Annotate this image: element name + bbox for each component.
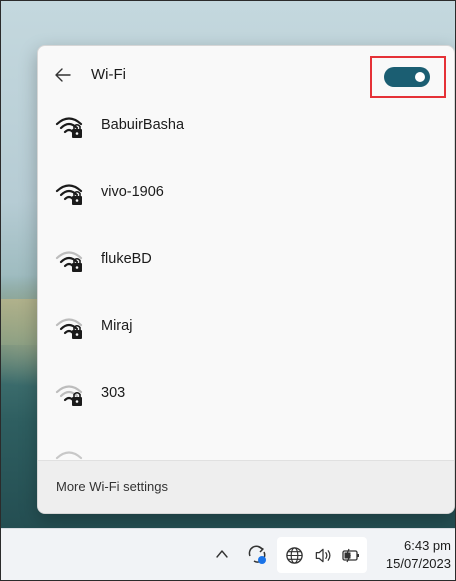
wifi-secured-icon [55,184,83,205]
wifi-flyout: Wi-Fi BabuirBasha vivo-1906 flukeBD Mira… [37,45,455,514]
battery-icon [342,548,359,563]
wifi-secured-icon [55,117,83,138]
network-list: BabuirBasha vivo-1906 flukeBD Miraj 303 [38,104,454,439]
network-name: 303 [101,385,126,401]
network-item[interactable]: BabuirBasha [38,104,454,171]
wifi-secured-icon [55,251,83,272]
wifi-toggle[interactable] [384,67,430,87]
network-item[interactable]: flukeBD [38,238,454,305]
back-arrow-icon[interactable] [54,66,72,84]
globe-network-icon [286,547,303,564]
network-name: flukeBD [101,251,152,267]
volume-icon [315,548,331,563]
network-item[interactable]: Miraj [38,305,454,372]
toggle-highlight [370,56,446,98]
clock-date: 15/07/2023 [385,556,451,571]
wifi-secured-icon [55,318,83,339]
toggle-knob [415,72,425,82]
network-item[interactable]: 303 [38,372,454,439]
clock-time: 6:43 pm [404,538,451,553]
system-tray-group[interactable] [277,537,367,573]
taskbar: 6:43 pm 15/07/2023 [1,528,455,580]
screenshot-frame: Wi-Fi BabuirBasha vivo-1906 flukeBD Mira… [0,0,456,581]
network-name: BabuirBasha [101,117,185,133]
network-name: vivo-1906 [101,184,164,200]
wifi-secured-icon [55,385,83,406]
chevron-up-icon[interactable] [215,547,229,561]
taskbar-clock[interactable]: 6:43 pm 15/07/2023 [373,537,451,573]
wifi-footer: More Wi-Fi settings [38,460,454,513]
more-wifi-settings-link[interactable]: More Wi-Fi settings [56,479,168,494]
network-item[interactable]: vivo-1906 [38,171,454,238]
sync-icon[interactable] [245,542,269,566]
wifi-header: Wi-Fi [38,46,454,104]
wifi-title: Wi-Fi [91,66,126,83]
network-name: Miraj [101,318,133,334]
